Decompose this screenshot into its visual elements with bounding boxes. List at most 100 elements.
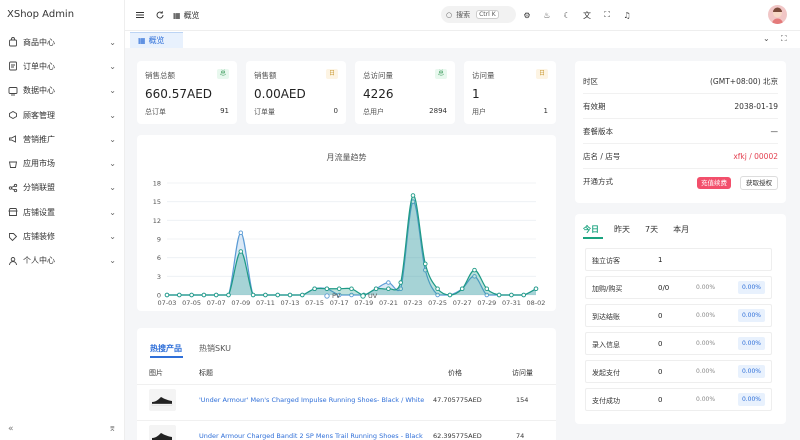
x-tick-label: 07-11 (256, 299, 275, 307)
pin-icon[interactable]: ⌆ (108, 424, 116, 434)
x-tick-label: 07-25 (428, 299, 447, 307)
tab-7days[interactable]: 7天 (645, 224, 658, 235)
translate-icon[interactable]: 文 (580, 8, 594, 22)
stat-sub-value: 91 (220, 107, 229, 115)
traffic-chart: 036912151807-03 07-05 07-07 07-09 07-11 07-13… (153, 180, 546, 308)
data-point (435, 286, 440, 292)
metric-row: 加购/购买 0/0 0.00% 0.00% (585, 276, 772, 299)
chevron-down-icon: ⌄ (109, 183, 116, 193)
tab-hot-search[interactable]: 热搜产品 (150, 343, 182, 354)
tab-label: 概览 (148, 36, 165, 45)
table-row[interactable]: 'Under Armour' Men's Charged Impulse Run… (137, 384, 556, 414)
y-tick-label: 3 (157, 273, 161, 281)
column-header: 标题 (199, 369, 213, 377)
stat-title: 访问量 (472, 71, 495, 80)
sidebar-item-products[interactable]: 商品中心 ⌄ (0, 30, 124, 54)
store-id-link[interactable]: xfkj / 00002 (733, 152, 778, 161)
stat-value: 0.00AED (254, 87, 306, 101)
metric-rate: 0.00% (696, 284, 716, 291)
recharge-button[interactable]: 充值续费 (697, 176, 731, 189)
sidebar-item-affiliate[interactable]: 分销联盟 ⌄ (0, 176, 124, 200)
tab-month[interactable]: 本月 (673, 224, 689, 235)
stat-badge: 总 (216, 69, 229, 79)
x-tick-label: 07-07 (207, 299, 226, 307)
data-point (263, 292, 268, 298)
info-row-timezone: 时区 (GMT+08:00) 北京 (583, 69, 778, 94)
sidebar-item-orders[interactable]: 订单中心 ⌄ (0, 54, 124, 78)
data-point (275, 292, 280, 298)
tab-yesterday[interactable]: 昨天 (614, 224, 630, 235)
theme-icon[interactable]: ♨ (540, 8, 554, 22)
fullscreen-icon[interactable]: ⛶ (600, 8, 614, 22)
data-point (398, 280, 403, 285)
x-tick-label: 07-09 (231, 299, 250, 307)
settings-icon[interactable]: ⚙ (520, 8, 534, 22)
table-row[interactable]: Under Armour Charged Bandit 2 SP Mens Tr… (137, 420, 556, 440)
stat-value: 4226 (363, 87, 394, 101)
stat-badge: 日 (325, 69, 338, 79)
share-icon (8, 183, 18, 193)
collapse-sidebar-icon[interactable]: « (8, 424, 14, 434)
sidebar-item-customers[interactable]: 顾客管理 ⌄ (0, 103, 124, 127)
info-label: 时区 (583, 76, 598, 86)
sidebar-item-app-market[interactable]: 应用市场 ⌄ (0, 151, 124, 175)
menu-icon[interactable] (133, 8, 147, 22)
product-image (149, 425, 176, 440)
moon-icon[interactable]: ☾ (560, 8, 574, 22)
stat-sub-label: 用户 (472, 108, 486, 116)
x-tick-label: 07-23 (404, 299, 423, 307)
data-point (472, 267, 477, 273)
get-license-button[interactable]: 获取授权 (740, 175, 778, 190)
info-label: 开通方式 (583, 177, 613, 186)
chevron-down-icon: ⌄ (109, 37, 116, 47)
info-row-activation: 开通方式 充值续费 获取授权 (583, 169, 778, 194)
data-icon (8, 86, 18, 96)
stat-badge: 总 (434, 69, 447, 79)
stat-badge: 日 (535, 69, 548, 79)
product-title-link[interactable]: 'Under Armour' Men's Charged Impulse Run… (199, 396, 424, 404)
legend-label: PV (332, 292, 341, 300)
search-box[interactable]: ○ 搜索 Ctrl K (441, 6, 516, 23)
series-area-uv (167, 195, 536, 295)
chevron-down-icon[interactable]: ⌄ (763, 34, 770, 43)
product-ranking-card: 热搜产品 热销SKU 图片 标题 价格 访问量 'Under Armour' M… (137, 328, 556, 440)
info-row-expiry: 有效期 2038-01-19 (583, 94, 778, 119)
x-tick-label: 08-02 (527, 299, 546, 307)
tab-today[interactable]: 今日 (583, 224, 599, 235)
tab-overview[interactable]: ▦ 概览 (130, 32, 183, 48)
info-value: — (770, 126, 779, 136)
data-point (349, 286, 354, 292)
legend-marker (324, 293, 330, 299)
stat-value: 1 (472, 87, 480, 101)
data-point (177, 292, 182, 298)
x-tick-label: 07-15 (305, 299, 324, 307)
fit-screen-icon[interactable]: ⛶ (781, 34, 787, 44)
search-icon: ○ (446, 10, 453, 19)
tab-hot-sku[interactable]: 热销SKU (199, 343, 231, 354)
x-tick-label: 07-03 (158, 299, 177, 307)
data-point (509, 292, 514, 298)
refresh-icon[interactable] (153, 8, 167, 22)
metric-rate: 0.00% (696, 340, 716, 347)
y-tick-label: 6 (157, 254, 161, 262)
sidebar-item-personal[interactable]: 个人中心 ⌄ (0, 249, 124, 273)
sidebar-item-store-decoration[interactable]: 店铺装修 ⌄ (0, 224, 124, 248)
metric-value: 0 (658, 340, 663, 348)
metric-rate-badge: 0.00% (737, 365, 765, 378)
stat-title: 销售总额 (145, 71, 175, 80)
sidebar-item-label: 营销推广 (23, 134, 55, 144)
product-visits: 154 (516, 396, 529, 404)
metric-label: 加购/购买 (592, 285, 623, 293)
stat-sub-value: 0 (333, 107, 338, 115)
active-tab-indicator (583, 237, 603, 239)
product-title-link[interactable]: Under Armour Charged Bandit 2 SP Mens Tr… (199, 432, 423, 440)
sidebar-item-marketing[interactable]: 营销推广 ⌄ (0, 127, 124, 151)
avatar[interactable] (768, 5, 787, 24)
sidebar-footer: « ⌆ (8, 424, 116, 434)
store-info-card: 时区 (GMT+08:00) 北京 有效期 2038-01-19 套餐版本 — 店名 … (575, 61, 786, 203)
tag-icon (8, 232, 18, 242)
sidebar-item-store-settings[interactable]: 店铺设置 ⌄ (0, 200, 124, 224)
bell-icon[interactable]: ♫ (620, 8, 634, 22)
sidebar-item-data[interactable]: 数据中心 ⌄ (0, 79, 124, 103)
breadcrumb[interactable]: ▦ 概览 (173, 10, 200, 21)
